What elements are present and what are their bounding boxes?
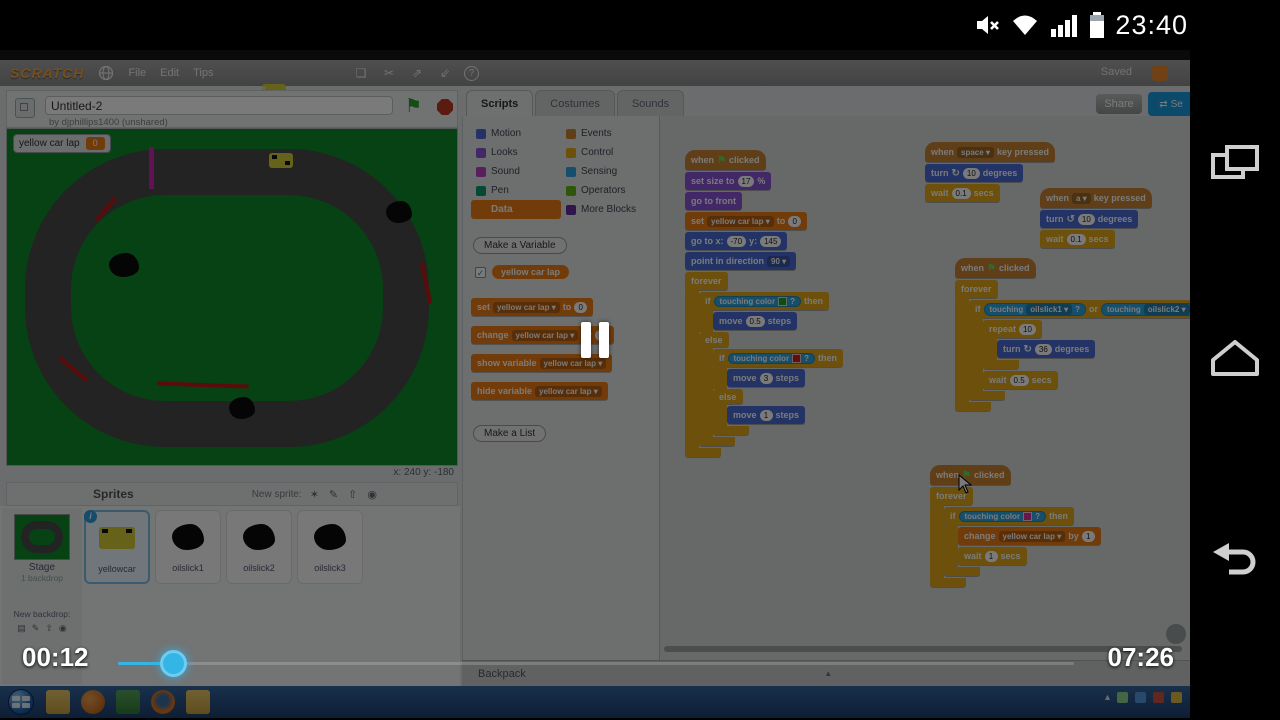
seek-handle[interactable] — [160, 650, 187, 677]
android-screen: 23:40 SCRATCH File Edit ▾ Tips ❏ ✂ ⇗ ⇙ ?… — [0, 0, 1280, 720]
player-controls: 00:12 07:26 — [0, 50, 1190, 720]
seek-progress — [118, 662, 164, 665]
mute-icon — [977, 16, 1000, 34]
battery-icon — [1090, 12, 1105, 38]
android-nav-bar — [1190, 50, 1280, 720]
video-player[interactable]: SCRATCH File ▾ Edit ▾ Tips ❏✂⇗⇙? — [0, 50, 1190, 720]
home-button[interactable] — [1207, 338, 1263, 383]
seek-bar[interactable] — [118, 662, 1074, 665]
pause-indicator[interactable] — [581, 322, 609, 358]
signal-icon — [1051, 15, 1078, 37]
pause-bar-icon — [599, 322, 609, 358]
wifi-icon — [1013, 15, 1038, 35]
elapsed-time: 00:12 — [22, 642, 89, 672]
android-status-bar: 23:40 — [0, 0, 1280, 50]
total-duration: 07:26 — [1107, 642, 1175, 672]
clock: 23:40 — [1115, 9, 1188, 40]
recents-button[interactable] — [1207, 143, 1263, 188]
pause-bar-icon — [581, 322, 591, 358]
back-button[interactable] — [1207, 540, 1263, 589]
